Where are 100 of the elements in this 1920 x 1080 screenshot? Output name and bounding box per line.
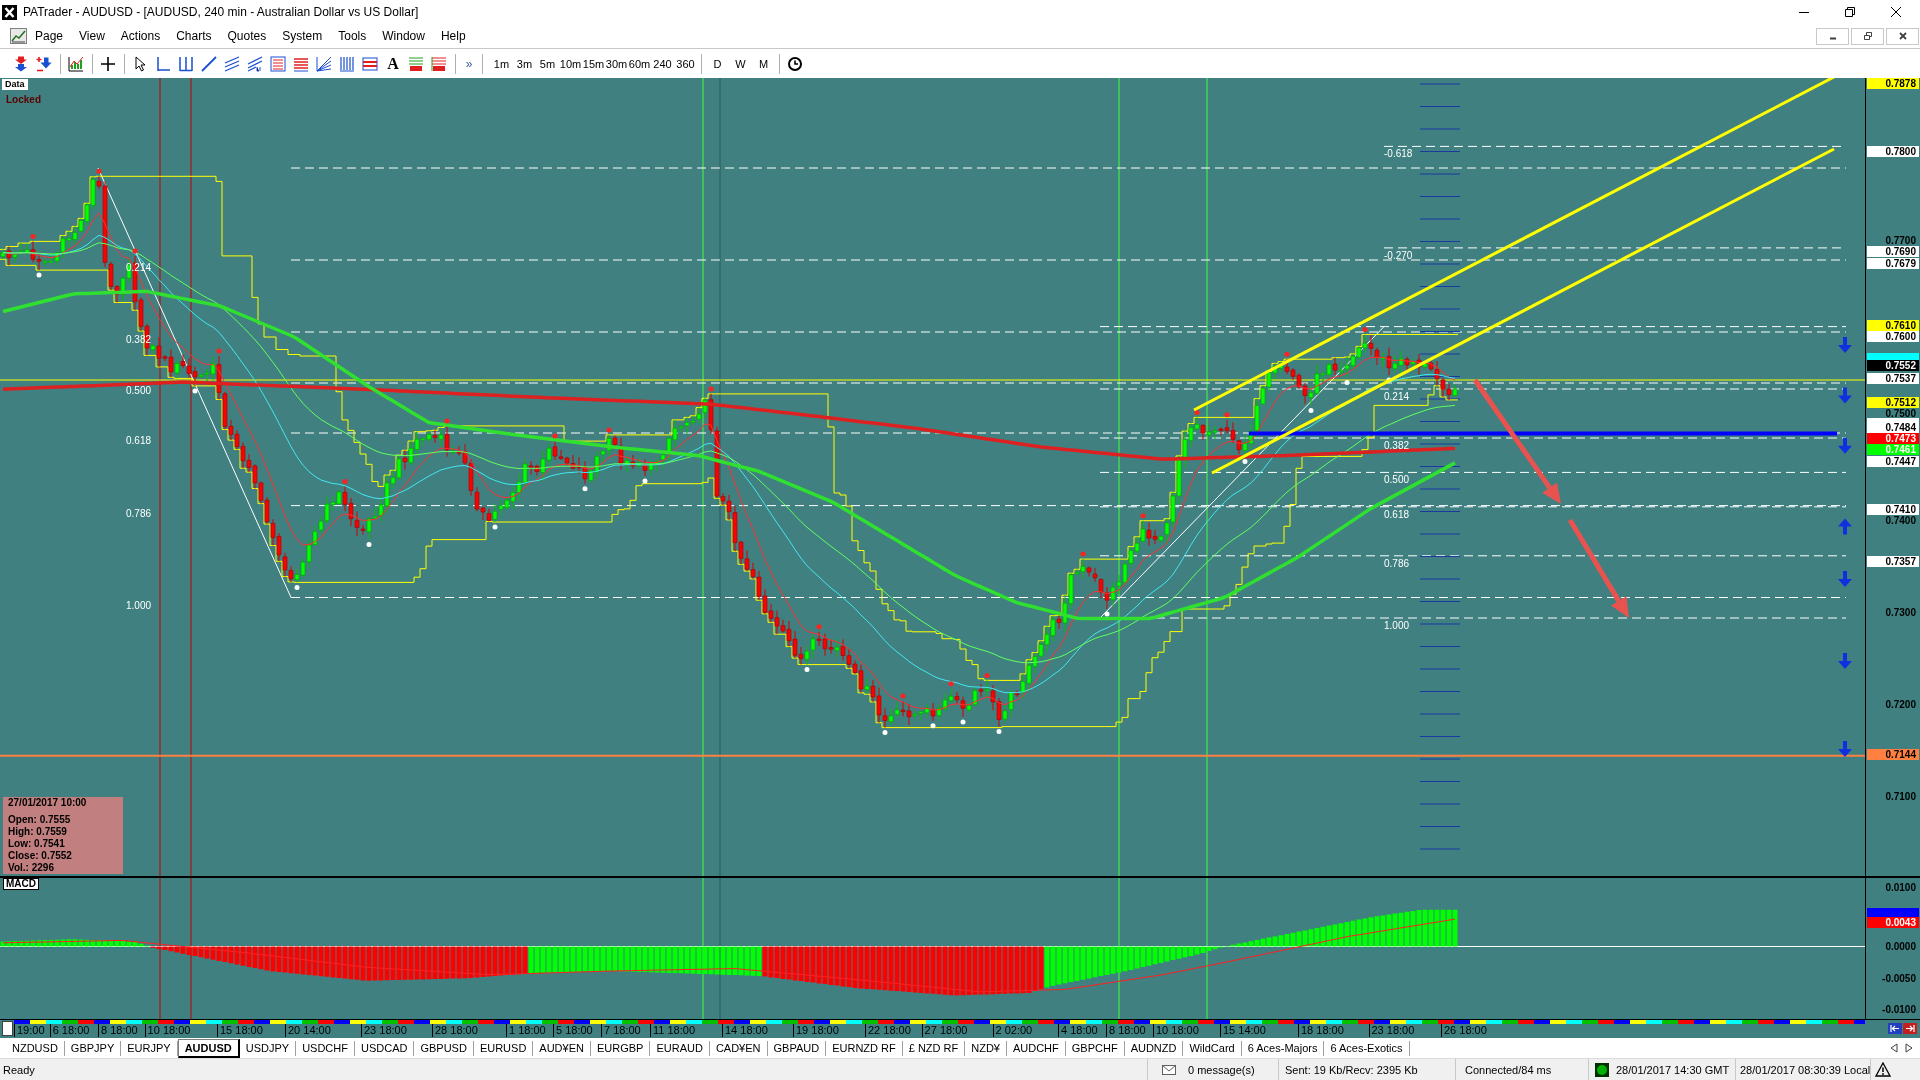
price-label: 0.7300	[1885, 607, 1916, 617]
symbol-tab[interactable]: 6 Aces-Exotics	[1324, 1040, 1410, 1056]
timeframe-button[interactable]: 15m	[582, 52, 605, 75]
symbol-tab[interactable]: EURJPY	[121, 1040, 178, 1056]
symbol-tab[interactable]: NZDUSD	[6, 1040, 65, 1056]
menu-item[interactable]: Actions	[112, 27, 169, 45]
price-tag: 0.7537	[1867, 373, 1919, 384]
timeframe-button[interactable]: 5m	[536, 52, 559, 75]
parallel-lines-icon[interactable]	[224, 55, 240, 72]
status-text: Ready	[2, 1063, 36, 1076]
down-arrow-icon	[1838, 337, 1852, 353]
arrow-bar-icon[interactable]	[1903, 1023, 1917, 1034]
symbol-tab[interactable]: GBPAUD	[767, 1040, 827, 1056]
symbol-tab[interactable]: CAD¥EN	[709, 1040, 768, 1056]
arrow-bar-icon[interactable]	[1888, 1023, 1902, 1034]
symbol-tab[interactable]: 6 Aces-Majors	[1241, 1040, 1325, 1056]
scroll-left-icon[interactable]	[1890, 1043, 1898, 1053]
price-tag: 0.7600	[1867, 331, 1919, 342]
symbol-tab[interactable]: WildCard	[1183, 1040, 1242, 1056]
vertical-lines-icon[interactable]	[339, 55, 355, 72]
lines-block-icon[interactable]	[431, 55, 447, 72]
price-tag: 0.7512	[1867, 397, 1919, 408]
period-button[interactable]: M	[752, 52, 775, 75]
menu-item[interactable]: View	[71, 27, 113, 45]
time-label: 7 18:00	[601, 1024, 641, 1037]
timeframe-button[interactable]: 30m	[605, 52, 628, 75]
symbol-tab[interactable]: GBPJPY	[64, 1040, 122, 1056]
symbol-tab[interactable]: EURGBP	[590, 1040, 651, 1056]
restore-button[interactable]	[1851, 27, 1884, 45]
time-label: 11 18:00	[650, 1024, 695, 1037]
time-label: 10 18:00	[1153, 1024, 1199, 1037]
chart-menu-icon[interactable]	[10, 28, 27, 44]
symbol-tab[interactable]: AUDNZD	[1124, 1040, 1184, 1056]
symbol-tab[interactable]: USDCHF	[296, 1040, 355, 1056]
timeframe-button[interactable]: 1m	[490, 52, 513, 75]
timeframe-button[interactable]: 60m	[628, 52, 651, 75]
diagonal-line-icon[interactable]	[201, 55, 217, 72]
time-label: 19:00	[14, 1024, 45, 1037]
symbol-tab[interactable]: £ NZD RF	[902, 1040, 966, 1056]
bar-chart-icon[interactable]	[68, 55, 84, 72]
period-button[interactable]: D	[706, 52, 729, 75]
time-label: 10 18:00	[144, 1024, 191, 1037]
menu-item[interactable]: Help	[432, 27, 474, 45]
price-tag: 0.7610	[1867, 320, 1919, 331]
price-tag: 0.7800	[1867, 146, 1919, 157]
symbol-tab[interactable]: USDJPY	[239, 1040, 297, 1056]
info-date: 27/01/2017 10:00	[8, 797, 87, 809]
lines-block-icon[interactable]	[408, 55, 424, 72]
status-light-icon	[1595, 1062, 1609, 1077]
warning-icon[interactable]	[1875, 1062, 1891, 1077]
menu-item[interactable]: System	[274, 27, 331, 45]
arrow-plus-minus-icon[interactable]	[36, 55, 52, 72]
symbol-tab[interactable]: EURNZD RF	[826, 1040, 903, 1056]
restore-icon	[1862, 31, 1873, 41]
time-label: 23 18:00	[1368, 1024, 1415, 1037]
period-button[interactable]: W	[729, 52, 752, 75]
symbol-tab[interactable]: GBPCHF	[1065, 1040, 1125, 1056]
time-label: 2 02:00	[992, 1024, 1033, 1037]
timeframe-button[interactable]: 240	[651, 52, 674, 75]
menu-item[interactable]: Window	[374, 27, 433, 45]
clock-icon[interactable]	[787, 55, 803, 72]
symbol-tab[interactable]: USDCAD	[354, 1040, 415, 1056]
horizontal-lines-icon[interactable]	[293, 55, 309, 72]
symbol-tab[interactable]: EURAUD	[650, 1040, 710, 1056]
menu-item[interactable]: Tools	[330, 27, 375, 45]
square-icon[interactable]	[2, 1021, 13, 1036]
price-tag: 0.0043	[1867, 917, 1919, 928]
menu-item[interactable]: Charts	[168, 27, 220, 45]
menu-item[interactable]: Page	[27, 27, 72, 45]
price-tag: 0.7552	[1867, 360, 1919, 371]
price-tag: 0.7484	[1867, 422, 1919, 433]
time-label: 23 18:00	[361, 1024, 407, 1037]
diagonal-lines-icon[interactable]	[247, 55, 263, 72]
corner-line-icon[interactable]	[155, 55, 171, 72]
info-line: Low: 0.7541	[8, 838, 65, 850]
text-tool-button[interactable]: A	[382, 52, 404, 75]
symbol-tab[interactable]: AUD¥EN	[533, 1040, 591, 1056]
crosshair-icon[interactable]	[100, 55, 116, 72]
symbol-tab[interactable]: EURUSD	[473, 1040, 534, 1056]
scroll-right-icon[interactable]	[1905, 1043, 1913, 1053]
timeframe-button[interactable]: 360	[674, 52, 697, 75]
striped-box-icon[interactable]	[362, 55, 378, 72]
time-label: 19 18:00	[793, 1024, 839, 1037]
price-tag: 0.7410	[1867, 504, 1919, 515]
restore-icon	[1845, 7, 1855, 17]
menu-item[interactable]: Quotes	[219, 27, 275, 45]
vertical-lines-icon[interactable]	[178, 55, 194, 72]
symbol-tab[interactable]: GBPUSD	[414, 1040, 474, 1056]
symbol-tab[interactable]: AUDCHF	[1006, 1040, 1066, 1056]
arrows-icon[interactable]	[13, 55, 29, 72]
overflow-button[interactable]: »	[460, 52, 478, 75]
cursor-icon[interactable]	[132, 55, 148, 72]
symbol-tab[interactable]: NZD¥	[965, 1040, 1007, 1056]
symbol-tab[interactable]: AUDUSD	[177, 1038, 240, 1058]
fan-lines-icon[interactable]	[316, 55, 332, 72]
timeframe-button[interactable]: 10m	[559, 52, 582, 75]
close-button[interactable]	[1886, 27, 1919, 45]
timeframe-button[interactable]: 3m	[513, 52, 536, 75]
time-label: 8 18:00	[1106, 1024, 1146, 1037]
envelope-icon[interactable]	[1162, 1064, 1176, 1075]
